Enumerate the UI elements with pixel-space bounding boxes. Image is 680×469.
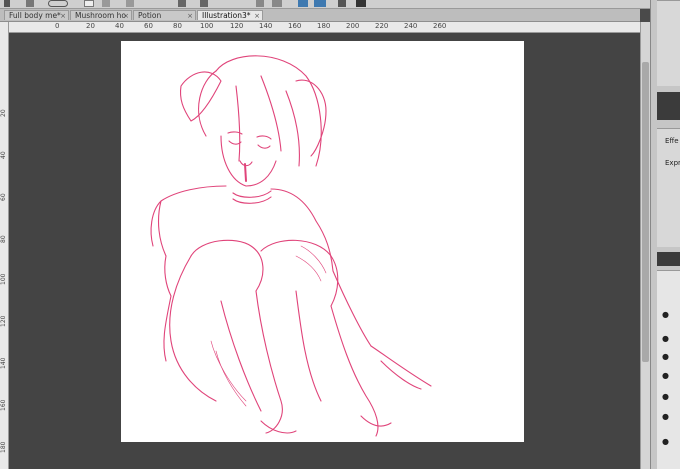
ruler-label: 200 — [346, 22, 360, 30]
toolbar-icon[interactable] — [102, 0, 110, 7]
ruler-label: 40 — [115, 22, 124, 30]
panel-header — [657, 92, 680, 120]
tab-label: Full body me* — [9, 11, 61, 20]
toolbar-icon[interactable] — [126, 0, 134, 7]
vertical-ruler: 20 40 60 80 100 120 140 160 180 — [0, 22, 9, 469]
ruler-label: 240 — [404, 22, 418, 30]
tab-illustration3[interactable]: Illustration3* × — [197, 10, 263, 20]
ruler-label: 60 — [144, 22, 153, 30]
ruler-label: 160 — [0, 399, 7, 411]
ruler-label: 120 — [0, 315, 7, 327]
horizontal-ruler: 0 20 40 60 80 100 120 140 160 180 200 22… — [8, 22, 640, 33]
ruler-label: 180 — [0, 441, 7, 453]
toolbar-icon[interactable] — [256, 0, 264, 7]
tab-potion[interactable]: Potion × — [133, 10, 196, 20]
eye-icon[interactable]: ● — [662, 353, 672, 361]
sketch-drawing — [150, 55, 432, 437]
ruler-label: 20 — [86, 22, 95, 30]
panel-block — [657, 0, 680, 86]
eye-icon[interactable]: ● — [662, 438, 672, 446]
ruler-label: 260 — [433, 22, 447, 30]
ruler-label: 20 — [0, 109, 7, 117]
toolbar-icon[interactable] — [4, 0, 10, 7]
toolbar-icon[interactable] — [338, 0, 346, 7]
drawing-canvas[interactable] — [121, 41, 524, 442]
toolbar-icon[interactable] — [356, 0, 366, 7]
close-icon[interactable]: × — [60, 11, 66, 20]
toolbar-icon[interactable] — [48, 0, 68, 7]
scrollbar-thumb[interactable] — [642, 62, 649, 362]
ruler-label: 180 — [317, 22, 331, 30]
document-tab-bar: Full body me* × Mushroom ho × Potion × I… — [0, 9, 640, 22]
ruler-label: 100 — [200, 22, 214, 30]
pen-icon[interactable] — [314, 0, 326, 7]
toolbar-icon[interactable] — [26, 0, 34, 7]
close-icon[interactable]: × — [187, 11, 193, 20]
close-icon[interactable]: × — [123, 11, 129, 20]
toolbar-icon[interactable] — [200, 0, 208, 7]
ruler-label: 80 — [173, 22, 182, 30]
tab-mushroom[interactable]: Mushroom ho × — [70, 10, 132, 20]
effect-label: Effe — [665, 137, 679, 145]
tab-label: Potion — [138, 11, 162, 20]
ruler-label: 140 — [259, 22, 273, 30]
toolbar-icon[interactable] — [178, 0, 186, 7]
eye-icon[interactable]: ● — [662, 372, 672, 380]
ruler-label: 0 — [55, 22, 60, 30]
ruler-icon[interactable] — [298, 0, 308, 7]
tab-label: Illustration3* — [202, 11, 251, 20]
ruler-label: 160 — [288, 22, 302, 30]
top-toolbar — [0, 0, 680, 9]
eye-icon[interactable]: ● — [662, 311, 672, 319]
eye-icon[interactable]: ● — [662, 335, 672, 343]
tab-full-body[interactable]: Full body me* × — [4, 10, 69, 20]
toolbar-icon[interactable] — [84, 0, 94, 7]
ruler-label: 60 — [0, 193, 7, 201]
ruler-label: 100 — [0, 273, 7, 285]
tab-label: Mushroom ho — [75, 11, 127, 20]
ruler-label: 220 — [375, 22, 389, 30]
toolbar-icon[interactable] — [272, 0, 282, 7]
ruler-label: 40 — [0, 151, 7, 159]
panel-block — [657, 128, 680, 247]
expression-label: Expr — [665, 159, 680, 167]
ruler-label: 120 — [230, 22, 244, 30]
panel-header — [657, 252, 680, 266]
ruler-label: 80 — [0, 235, 7, 243]
close-icon[interactable]: × — [254, 11, 260, 20]
eye-icon[interactable]: ● — [662, 393, 672, 401]
eye-icon[interactable]: ● — [662, 413, 672, 421]
ruler-label: 140 — [0, 357, 7, 369]
